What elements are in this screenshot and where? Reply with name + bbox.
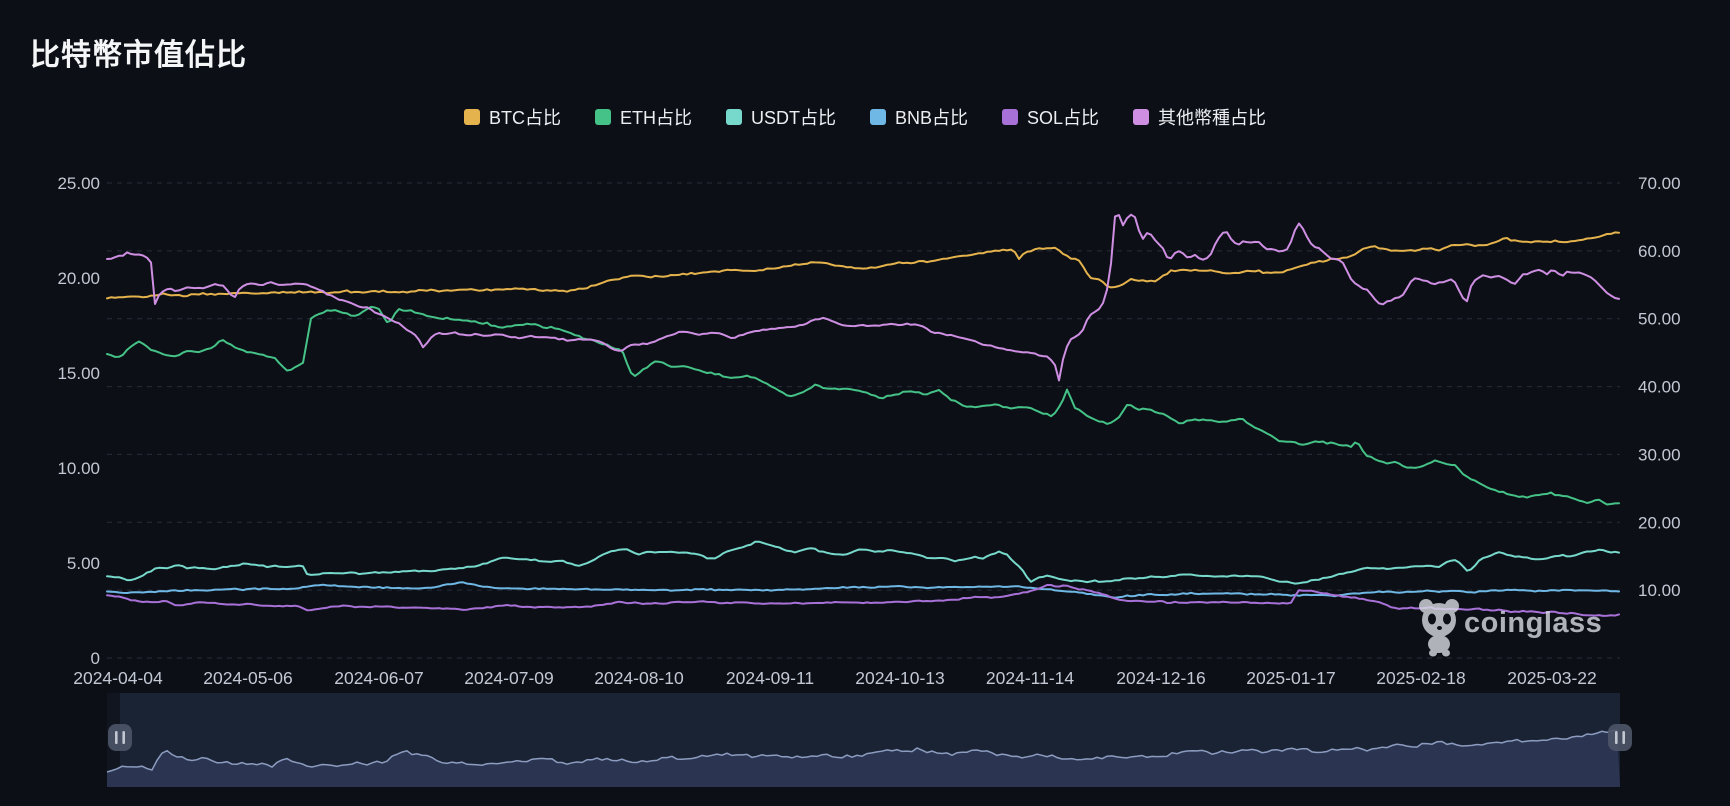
right-axis-tick-label: 30.00 bbox=[1638, 445, 1681, 464]
x-axis-date-label: 2024-04-04 bbox=[73, 668, 163, 688]
right-axis-tick-label: 60.00 bbox=[1638, 242, 1681, 261]
left-axis-tick-label: 15.00 bbox=[57, 364, 100, 383]
x-axis-date-label: 2024-06-07 bbox=[334, 668, 424, 688]
left-axis-tick-label: 25.00 bbox=[57, 174, 100, 193]
right-axis-tick-label: 50.00 bbox=[1638, 310, 1681, 329]
x-axis-date-label: 2025-02-18 bbox=[1376, 668, 1466, 688]
dominance-chart-page: 比特幣市值佔比 BTC占比ETH占比USDT占比BNB占比SOL占比其他幣種占比… bbox=[0, 0, 1730, 806]
x-axis-date-label: 2024-10-13 bbox=[855, 668, 945, 688]
right-axis-tick-label: 10.00 bbox=[1638, 581, 1681, 600]
left-axis-tick-label: 10.00 bbox=[57, 459, 100, 478]
right-axis-tick-label: 40.00 bbox=[1638, 378, 1681, 397]
dominance-line-chart: 25.00 20.00 15.00 10.00 5.00 0 70.00 60.00 50.00… bbox=[0, 0, 1730, 806]
left-axis-tick-label: 20.00 bbox=[57, 269, 100, 288]
x-axis-date-label: 2024-11-14 bbox=[986, 668, 1074, 688]
x-axis-date-label: 2024-12-16 bbox=[1116, 668, 1206, 688]
navigator-handle-left[interactable] bbox=[108, 724, 132, 751]
right-axis-tick-label: 20.00 bbox=[1638, 513, 1681, 532]
navigator-handle-right[interactable] bbox=[1608, 724, 1632, 751]
x-axis-date-label: 2025-01-17 bbox=[1246, 668, 1336, 688]
watermark-brand-text: coinglass bbox=[1464, 607, 1602, 639]
left-axis-tick-label: 5.00 bbox=[67, 554, 100, 573]
x-axis-date-label: 2024-09-11 bbox=[726, 668, 814, 688]
right-axis-tick-label: 70.00 bbox=[1638, 174, 1681, 193]
plot-area[interactable] bbox=[107, 183, 1620, 658]
left-axis-tick-label: 0 bbox=[91, 649, 100, 668]
x-axis-date-label: 2024-08-10 bbox=[594, 668, 684, 688]
x-axis-date-label: 2024-07-09 bbox=[464, 668, 554, 688]
x-axis-date-label: 2024-05-06 bbox=[203, 668, 293, 688]
x-axis-date-label: 2025-03-22 bbox=[1507, 668, 1597, 688]
